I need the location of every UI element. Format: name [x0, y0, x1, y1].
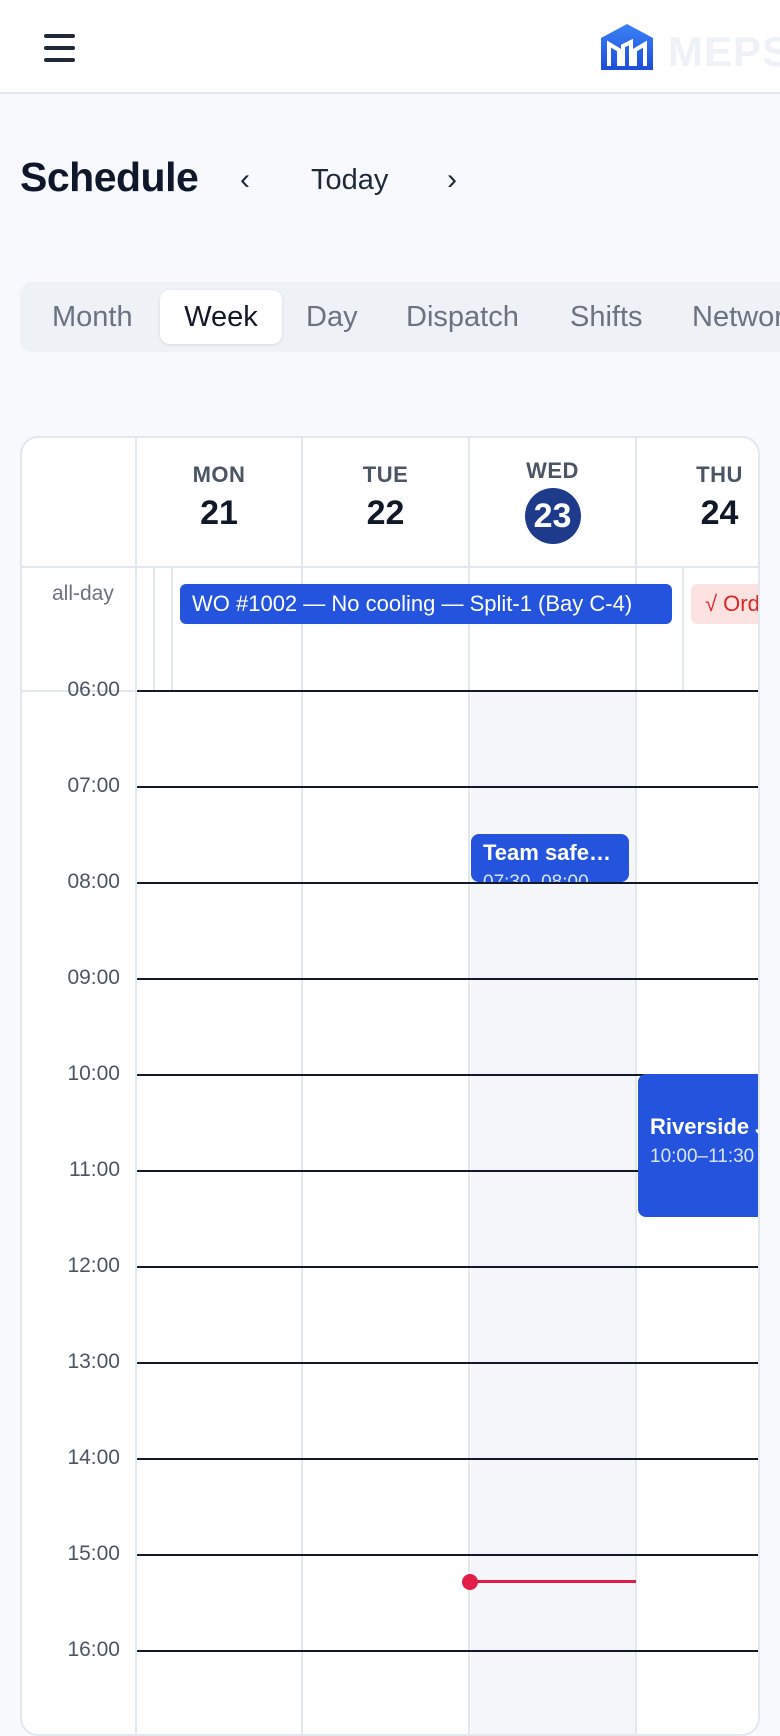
tab-day[interactable]: Day [306, 290, 358, 344]
event-team-safety-briefing[interactable]: Team safety briefing 07:30–08:00 [471, 834, 629, 882]
time-label: 15:00 [67, 1542, 120, 1565]
hour-line [137, 1458, 758, 1460]
tab-week[interactable]: Week [160, 290, 282, 344]
hour-line [137, 882, 758, 884]
time-label: 14:00 [67, 1446, 120, 1469]
day-number: 22 [366, 494, 405, 532]
time-label: 12:00 [67, 1254, 120, 1277]
event-riverside-job[interactable]: Riverside Job 10:00–11:30 [638, 1074, 758, 1217]
view-switcher: Month Week Day Dispatch Shifts Network [20, 282, 780, 352]
event-title: Team safety briefing [483, 840, 617, 865]
event-time: 07:30–08:00 [483, 872, 617, 882]
day-name: MON [192, 462, 246, 487]
hour-line [137, 1266, 758, 1268]
next-week-button[interactable]: › [447, 160, 457, 200]
allday-divider [171, 568, 173, 690]
day-header-mon[interactable]: MON 21 [137, 438, 301, 566]
today-button[interactable]: Today [311, 162, 388, 198]
time-label: 09:00 [67, 966, 120, 989]
previous-week-button[interactable]: ‹ [240, 160, 250, 200]
header-divider [22, 566, 758, 568]
day-header-wed[interactable]: WED 23 [470, 438, 635, 566]
column-divider [635, 438, 637, 1734]
top-bar: MEPS [0, 0, 780, 94]
logo-text: MEPS [668, 28, 780, 75]
week-calendar: MON 21 TUE 22 WED 23 THU 24 all-day WO #… [20, 436, 760, 1736]
time-label: 13:00 [67, 1350, 120, 1373]
day-header-thu[interactable]: THU 24 [637, 438, 758, 566]
column-divider [301, 438, 303, 1734]
time-label: 08:00 [67, 870, 120, 893]
logo-icon [601, 24, 653, 70]
allday-label: all-day [52, 582, 114, 605]
allday-event-order[interactable]: √ Order [691, 584, 758, 624]
time-label: 16:00 [67, 1638, 120, 1661]
hour-line [137, 1362, 758, 1364]
day-name: WED [526, 458, 579, 483]
day-header-tue[interactable]: TUE 22 [303, 438, 468, 566]
day-name: THU [696, 462, 743, 487]
tab-month[interactable]: Month [52, 290, 133, 344]
allday-divider [682, 568, 684, 690]
allday-divider [153, 568, 155, 690]
hour-line [137, 690, 758, 692]
tab-shifts[interactable]: Shifts [570, 290, 643, 344]
hour-line [137, 1554, 758, 1556]
current-time-line [470, 1580, 636, 1583]
day-name: TUE [362, 462, 409, 487]
time-label: 10:00 [67, 1062, 120, 1085]
allday-event-wo-1002[interactable]: WO #1002 — No cooling — Split-1 (Bay C-4… [180, 584, 672, 624]
time-label: 11:00 [69, 1158, 120, 1181]
menu-icon[interactable] [44, 34, 76, 62]
hour-line [137, 978, 758, 980]
hour-line [137, 1650, 758, 1652]
time-label: 06:00 [67, 678, 120, 701]
tab-dispatch[interactable]: Dispatch [406, 290, 519, 344]
day-number: 21 [200, 494, 238, 532]
time-label: 07:00 [67, 774, 120, 797]
tab-network[interactable]: Network [692, 290, 780, 344]
today-date-badge: 23 [524, 488, 581, 544]
page-title: Schedule [20, 154, 199, 200]
event-title: Riverside Job [650, 1114, 758, 1139]
day-number: 24 [700, 494, 739, 532]
event-time: 10:00–11:30 [650, 1146, 755, 1167]
column-divider [135, 438, 137, 1734]
hour-line [137, 786, 758, 788]
column-divider [468, 438, 470, 1734]
